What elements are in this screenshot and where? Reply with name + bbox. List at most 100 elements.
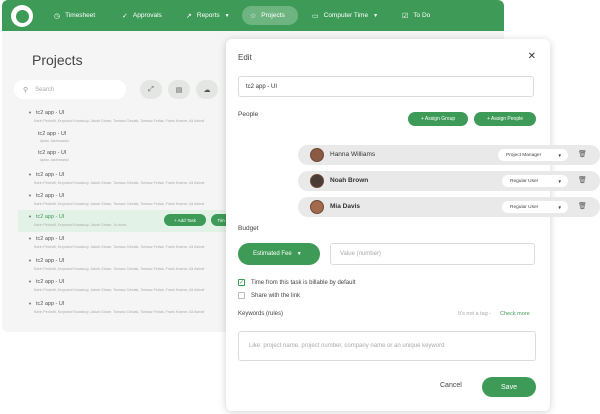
nav-reports-label: Reports bbox=[196, 12, 220, 19]
nav-reports[interactable]: ↗ Reports ▼ bbox=[178, 6, 238, 25]
person-row: Hanna Williams Project Manager ▼ 🗑 bbox=[298, 145, 600, 165]
project-row-name: tc2 app - UI bbox=[35, 301, 65, 307]
role-select[interactable]: Project Manager ▼ bbox=[498, 149, 568, 161]
trash-icon[interactable]: 🗑 bbox=[578, 150, 587, 158]
project-row-name: tc2 app - UI bbox=[35, 258, 65, 264]
nav-timesheet[interactable]: ◷ Timesheet bbox=[46, 6, 103, 25]
project-subrow-title[interactable]: tc2 app - UI bbox=[38, 150, 66, 156]
chevron-down-icon: ▼ bbox=[28, 172, 32, 177]
top-navigation-bar: ◷ Timesheet ✓ Approvals ↗ Reports ▼ ☆ Project… bbox=[2, 0, 504, 31]
cloud-upload-icon: ☁ bbox=[203, 86, 211, 94]
budget-label: Budget bbox=[238, 225, 259, 232]
keywords-label: Keywords (rules) bbox=[238, 311, 284, 317]
project-row-name: tc2 app - UI bbox=[35, 214, 65, 220]
person-name: Hanna Williams bbox=[330, 151, 376, 158]
project-subrow-title[interactable]: tc2 app - UI bbox=[38, 131, 66, 137]
search-placeholder: Search bbox=[35, 86, 55, 93]
chevron-down-icon: ▼ bbox=[224, 12, 230, 19]
chevron-down-icon: ▼ bbox=[28, 301, 32, 306]
share-checkbox-row[interactable]: Share with the link bbox=[238, 292, 300, 299]
chevron-down-icon: ▼ bbox=[28, 236, 32, 241]
person-row: Mia Davis Regular User ▼ 🗑 bbox=[298, 197, 600, 217]
chevron-down-icon: ▼ bbox=[28, 193, 32, 198]
project-row-members: Karin Pedrotti, Krzysztof Kowalczy, Jaku… bbox=[34, 202, 205, 206]
nav-computer-time[interactable]: ▭ Computer Time ▼ bbox=[304, 6, 386, 25]
project-row-title-selected[interactable]: ▼ tc2 app - UI bbox=[28, 214, 64, 220]
project-row-members: Karin Pedrotti, Krzysztof Kowalczy, Jaku… bbox=[34, 223, 130, 227]
assign-people-button[interactable]: + Assign People bbox=[474, 112, 536, 126]
avatar bbox=[310, 148, 324, 162]
role-select-value: Project Manager bbox=[506, 152, 542, 158]
project-row-title[interactable]: ▼ tc2 app - UI bbox=[28, 110, 64, 116]
project-row-name: tc2 app - UI bbox=[35, 172, 65, 178]
chart-icon: ↗ bbox=[186, 12, 192, 20]
avatar bbox=[310, 174, 324, 188]
app-logo[interactable] bbox=[11, 5, 33, 27]
nav-projects[interactable]: ☆ Projects bbox=[242, 6, 298, 25]
search-input[interactable]: ⚲ Search bbox=[14, 80, 126, 99]
modal-title: Edit bbox=[238, 53, 252, 62]
chevron-down-icon: ▼ bbox=[28, 110, 32, 115]
save-button[interactable]: Save bbox=[482, 377, 536, 397]
project-row-title[interactable]: ▼ tc2 app - UI bbox=[28, 236, 64, 242]
monitor-icon: ▭ bbox=[312, 12, 319, 20]
collapse-button[interactable]: ⤢ bbox=[140, 80, 162, 99]
nav-approvals[interactable]: ✓ Approvals bbox=[114, 6, 170, 25]
nav-projects-label: Projects bbox=[261, 12, 285, 19]
project-row-members: Karin Pedrotti, Krzysztof Kowalczy, Jaku… bbox=[34, 310, 205, 314]
archive-icon: ▤ bbox=[175, 86, 183, 94]
person-name: Mia Davis bbox=[330, 203, 360, 210]
project-row-title[interactable]: ▼ tc2 app - UI bbox=[28, 279, 64, 285]
chevron-down-icon: ▼ bbox=[296, 251, 302, 257]
project-name-input[interactable]: tc2 app - UI bbox=[238, 76, 534, 97]
billable-checkbox[interactable]: ✓ bbox=[238, 279, 245, 286]
assign-group-button[interactable]: + Assign Group bbox=[408, 112, 468, 126]
trash-icon[interactable]: 🗑 bbox=[578, 202, 587, 210]
role-select[interactable]: Regular User ▼ bbox=[502, 175, 568, 187]
project-row-title[interactable]: ▼ tc2 app - UI bbox=[28, 258, 64, 264]
role-select[interactable]: Regular User ▼ bbox=[502, 201, 568, 213]
estimated-fee-select[interactable]: Estimated Fee ▼ bbox=[238, 243, 320, 265]
keywords-input[interactable]: Like: project name, project number, comp… bbox=[238, 331, 536, 361]
cancel-button[interactable]: Cancel bbox=[440, 382, 462, 389]
chevron-down-icon: ▼ bbox=[373, 12, 379, 19]
add-task-button[interactable]: + Add Task bbox=[164, 214, 206, 226]
close-icon[interactable]: ✕ bbox=[528, 51, 536, 62]
share-label: Share with the link bbox=[251, 292, 301, 299]
project-row-name: tc2 app - UI bbox=[35, 110, 65, 116]
billable-checkbox-row[interactable]: ✓ Time from this task is billable by def… bbox=[238, 279, 355, 286]
archive-button[interactable]: ▤ bbox=[168, 80, 190, 99]
project-row-name: tc2 app - UI bbox=[38, 150, 67, 156]
project-row-title[interactable]: ▼ tc2 app - UI bbox=[28, 301, 64, 307]
todo-icon: ☑ bbox=[402, 12, 409, 20]
project-row-members: Karin Pedrotti, Krzysztof Kowalczy, Jaku… bbox=[34, 267, 205, 271]
project-row-title[interactable]: ▼ tc2 app - UI bbox=[28, 193, 64, 199]
arrows-diagonal-icon: ⤢ bbox=[148, 85, 154, 93]
page-title: Projects bbox=[32, 52, 83, 68]
chevron-down-icon: ▼ bbox=[557, 204, 562, 210]
project-row-name: tc2 app - UI bbox=[35, 236, 65, 242]
project-row-title[interactable]: ▼ tc2 app - UI bbox=[28, 172, 64, 178]
chevron-down-icon: ▼ bbox=[28, 279, 32, 284]
project-row-members: Aptac Jakimowski bbox=[40, 139, 69, 143]
chevron-down-icon: ▼ bbox=[28, 214, 32, 219]
nav-to-do[interactable]: ☑ To Do bbox=[394, 6, 438, 25]
check-more-link[interactable]: Check more bbox=[500, 311, 530, 317]
avatar bbox=[310, 200, 324, 214]
trash-icon[interactable]: 🗑 bbox=[578, 176, 587, 184]
project-row-members: Karin Pedrotti, Krzysztof Kowalczy, Jaku… bbox=[34, 181, 205, 185]
role-select-value: Regular User bbox=[510, 178, 539, 184]
checkmark-icon: ✓ bbox=[238, 280, 245, 286]
project-row-members: Karin Pedrotti, Krzysztof Kowalczy, Jaku… bbox=[34, 245, 205, 249]
nav-computer-time-label: Computer Time bbox=[323, 12, 369, 19]
budget-value-input[interactable]: Value (number) bbox=[330, 243, 535, 265]
nav-approvals-label: Approvals bbox=[132, 12, 162, 19]
project-row-members: Aptac Jakimowski bbox=[40, 158, 69, 162]
chevron-down-icon: ▼ bbox=[557, 152, 562, 158]
upload-button[interactable]: ☁ bbox=[196, 80, 218, 99]
edit-project-modal: Edit ✕ tc2 app - UI People + Assign Grou… bbox=[226, 39, 600, 411]
share-checkbox[interactable] bbox=[238, 292, 245, 299]
role-select-value: Regular User bbox=[510, 204, 539, 210]
search-icon: ⚲ bbox=[23, 86, 29, 94]
estimated-fee-value: Estimated Fee bbox=[253, 251, 292, 257]
